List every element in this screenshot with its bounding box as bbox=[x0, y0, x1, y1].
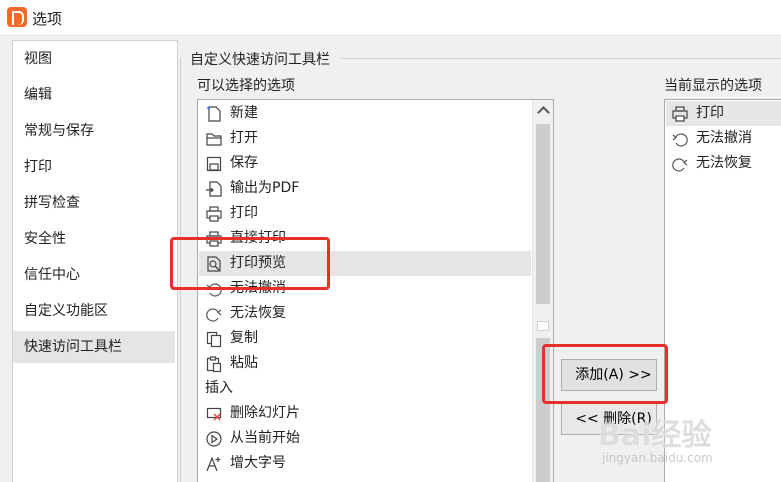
new-icon bbox=[207, 106, 221, 122]
list-item-undo[interactable]: 无法撤消 bbox=[199, 276, 531, 301]
sidebar-item-print[interactable]: 打印 bbox=[13, 151, 175, 183]
direct-print-icon bbox=[206, 231, 222, 247]
redo-icon bbox=[672, 158, 688, 172]
list-item-print[interactable]: 打印 bbox=[199, 201, 531, 226]
list-item-direct-print[interactable]: 直接打印 bbox=[199, 226, 531, 251]
current-item-undo[interactable]: 无法撤消 bbox=[666, 126, 781, 151]
sidebar-item-general-save[interactable]: 常规与保存 bbox=[13, 115, 175, 147]
export-pdf-icon bbox=[206, 181, 222, 197]
list-item-label: 新建 bbox=[230, 105, 258, 121]
list-item-open[interactable]: 打开 bbox=[199, 126, 531, 151]
scroll-track-lower[interactable] bbox=[536, 338, 550, 482]
copy-icon bbox=[206, 331, 222, 348]
list-item-paste[interactable]: 粘贴 bbox=[199, 351, 531, 376]
group-border bbox=[180, 58, 181, 482]
list-group-header-insert: 插入 bbox=[205, 380, 233, 396]
sidebar-item-spell-check[interactable]: 拼写检查 bbox=[13, 187, 175, 219]
redo-icon bbox=[206, 308, 222, 322]
list-item-label: 打印预览 bbox=[230, 255, 286, 271]
list-item-label: 打开 bbox=[230, 130, 258, 146]
delete-slide-icon bbox=[206, 407, 222, 421]
undo-icon bbox=[206, 283, 222, 297]
scroll-thumb[interactable] bbox=[537, 321, 549, 331]
list-item-label: 删除幻灯片 bbox=[230, 405, 300, 421]
scroll-track-upper[interactable] bbox=[536, 124, 550, 304]
current-item-print[interactable]: 打印 bbox=[666, 101, 781, 126]
list-item-label: 保存 bbox=[230, 155, 258, 171]
scroll-up-arrow-icon[interactable] bbox=[533, 100, 553, 122]
sidebar-item-view[interactable]: 视图 bbox=[13, 43, 175, 75]
window-title: 选项 bbox=[32, 10, 63, 28]
list-item-label: 复制 bbox=[230, 330, 258, 346]
list-item-label: 从当前开始 bbox=[230, 430, 300, 446]
list-item-label: 增大字号 bbox=[230, 455, 286, 471]
list-item-play-from-current[interactable]: 从当前开始 bbox=[199, 426, 531, 451]
list-item-label: 无法恢复 bbox=[230, 305, 286, 321]
list-item-label: 打印 bbox=[230, 205, 258, 221]
sidebar-item-edit[interactable]: 编辑 bbox=[13, 79, 175, 111]
list-item-label: 输出为PDF bbox=[230, 180, 300, 196]
folder-open-icon bbox=[206, 133, 222, 146]
sidebar-item-customize-ribbon[interactable]: 自定义功能区 bbox=[13, 295, 175, 327]
current-commands-list[interactable]: 打印 无法撤消 无法恢复 bbox=[664, 99, 781, 482]
save-icon bbox=[206, 156, 222, 172]
list-item-label: 直接打印 bbox=[230, 230, 286, 246]
sidebar-item-security[interactable]: 安全性 bbox=[13, 223, 175, 255]
list-item-label: 粘贴 bbox=[230, 355, 258, 371]
current-item-label: 打印 bbox=[696, 105, 724, 121]
print-preview-icon bbox=[207, 256, 221, 272]
undo-icon bbox=[672, 133, 688, 147]
current-item-redo[interactable]: 无法恢复 bbox=[666, 151, 781, 176]
list-item-print-preview[interactable]: 打印预览 bbox=[199, 251, 531, 276]
play-from-current-icon bbox=[206, 431, 222, 447]
remove-button[interactable]: << 删除(R) bbox=[561, 403, 657, 435]
vertical-scrollbar[interactable] bbox=[532, 100, 553, 482]
current-item-label: 无法恢复 bbox=[696, 155, 752, 171]
add-button[interactable]: 添加(A) >> bbox=[561, 359, 657, 391]
list-item-new[interactable]: 新建 bbox=[199, 101, 531, 126]
list-item-save[interactable]: 保存 bbox=[199, 151, 531, 176]
options-sidebar: 视图 编辑 常规与保存 打印 拼写检查 安全性 信任中心 自定义功能区 快速访问… bbox=[12, 40, 178, 482]
wps-app-icon bbox=[7, 7, 27, 27]
printer-icon bbox=[206, 206, 222, 222]
group-title: 自定义快速访问工具栏 bbox=[190, 52, 330, 68]
title-bar: 选项 bbox=[0, 0, 781, 36]
list-item-increase-font[interactable]: 增大字号 bbox=[199, 451, 531, 476]
list-item-copy[interactable]: 复制 bbox=[199, 326, 531, 351]
current-commands-label: 当前显示的选项 bbox=[664, 78, 762, 94]
sidebar-item-quick-access-toolbar[interactable]: 快速访问工具栏 bbox=[13, 331, 175, 363]
list-item-label: 无法撤消 bbox=[230, 280, 286, 296]
available-commands-label: 可以选择的选项 bbox=[197, 78, 295, 94]
list-item-delete-slide[interactable]: 删除幻灯片 bbox=[199, 401, 531, 426]
sidebar-item-trust-center[interactable]: 信任中心 bbox=[13, 259, 175, 291]
increase-font-icon bbox=[206, 456, 221, 472]
current-item-label: 无法撤消 bbox=[696, 130, 752, 146]
available-commands-list[interactable]: 新建 打开 保存 输出为PDF 打印 直接打印 打印预览 无法撤消 无法恢复 复… bbox=[197, 99, 554, 482]
paste-icon bbox=[206, 356, 222, 373]
list-item-redo[interactable]: 无法恢复 bbox=[199, 301, 531, 326]
group-divider bbox=[341, 58, 781, 59]
printer-icon bbox=[672, 106, 688, 122]
list-item-export-pdf[interactable]: 输出为PDF bbox=[199, 176, 531, 201]
